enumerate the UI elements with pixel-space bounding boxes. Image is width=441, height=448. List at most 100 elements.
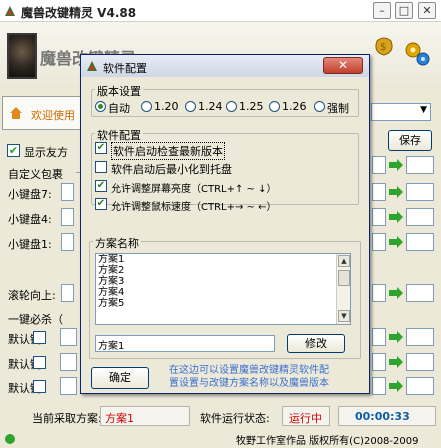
right-key-input[interactable] <box>372 284 386 302</box>
keypad1-label: 小键盘1: <box>8 238 52 251</box>
scroll-down-icon[interactable]: ▼ <box>338 310 350 322</box>
settings-dialog: 软件配置 ✕ 版本设置 自动 1.20 1.24 1.25 1.26 强制 软件… <box>80 54 370 394</box>
green-arrow-icon[interactable] <box>389 186 403 198</box>
check-update-label: 软件启动检查最新版本 <box>111 142 225 160</box>
scroll-up-icon[interactable]: ▲ <box>338 255 350 267</box>
right-key-input[interactable] <box>372 328 386 346</box>
version-radio-force[interactable] <box>314 101 325 112</box>
wheel-up-label: 滚轮向上: <box>8 289 56 302</box>
keypad7-input[interactable] <box>61 183 74 201</box>
status-bar: 当前采取方案: 方案1 软件运行状态: 运行中 00:00:33 <box>0 402 441 428</box>
settings-gears-icon[interactable] <box>402 38 432 68</box>
version-option-label: 1.25 <box>239 100 264 113</box>
right-value-input[interactable] <box>406 183 434 201</box>
list-item[interactable]: 方案5 <box>96 298 350 309</box>
chevron-down-icon: ▼ <box>420 105 427 115</box>
wheel-up-input[interactable] <box>61 284 74 302</box>
save-button[interactable]: 保存 <box>388 130 432 151</box>
right-value-input[interactable] <box>406 328 434 346</box>
right-value-input[interactable] <box>406 284 434 302</box>
run-state-label: 软件运行状态: <box>200 412 270 425</box>
default-key-input[interactable] <box>60 353 77 371</box>
right-value-input[interactable] <box>406 208 434 226</box>
current-scheme-cell: 方案1 <box>100 406 190 426</box>
list-item[interactable]: 方案4 <box>96 287 350 298</box>
green-arrow-icon[interactable] <box>389 287 403 299</box>
version-option-label: 1.24 <box>198 100 223 113</box>
list-item[interactable]: 方案2 <box>96 265 350 276</box>
green-arrow-icon[interactable] <box>389 331 403 343</box>
green-arrow-icon[interactable] <box>389 236 403 248</box>
version-radio-auto[interactable] <box>95 101 106 112</box>
minimize-tray-label: 软件启动后最小化到托盘 <box>111 163 232 176</box>
default-key-checkbox[interactable] <box>33 356 46 369</box>
keypad7-label: 小键盘7: <box>8 188 52 201</box>
dialog-title-bar[interactable]: 软件配置 ✕ <box>81 55 369 77</box>
scheme-listbox[interactable]: 方案1 方案2 方案3 方案4 方案5 ▲ ▼ <box>95 253 351 325</box>
svg-text:$: $ <box>380 42 386 53</box>
default-key-input[interactable] <box>60 328 77 346</box>
green-arrow-icon[interactable] <box>389 211 403 223</box>
right-key-input[interactable] <box>372 377 386 395</box>
modify-button[interactable]: 修改 <box>287 334 345 353</box>
one-key-cast-label: 一键必杀（ <box>8 313 63 326</box>
default-key-checkbox[interactable] <box>33 331 46 344</box>
minimize-button[interactable]: – <box>373 2 391 19</box>
version-option-label: 强制 <box>327 102 349 115</box>
title-bar[interactable]: 魔兽改键精灵 V4.88 – □ ✕ <box>0 0 441 22</box>
right-value-input[interactable] <box>406 156 434 174</box>
version-option-label: 1.20 <box>154 100 179 113</box>
right-key-input[interactable] <box>372 183 386 201</box>
note-line-2: 置设置与改键方案名称以及魔兽版本 <box>169 378 329 389</box>
scroll-thumb[interactable] <box>338 270 350 286</box>
app-icon <box>5 6 15 16</box>
keypad1-input[interactable] <box>61 233 74 251</box>
right-dropdown[interactable]: ▼ <box>371 103 431 121</box>
right-value-input[interactable] <box>406 353 434 371</box>
scheme-name-value: 方案1 <box>98 341 125 352</box>
dialog-close-button[interactable]: ✕ <box>323 57 363 74</box>
list-item[interactable]: 方案3 <box>96 276 350 287</box>
version-radio-120[interactable] <box>141 101 152 112</box>
version-group-title: 版本设置 <box>95 83 143 99</box>
scheme-group-title: 方案名称 <box>93 235 141 251</box>
version-radio-125[interactable] <box>226 101 237 112</box>
version-radio-126[interactable] <box>269 101 280 112</box>
ok-button[interactable]: 确定 <box>91 367 149 389</box>
run-state-value: 运行中 <box>289 412 322 425</box>
default-key-input[interactable] <box>60 377 77 395</box>
scheme-name-input[interactable]: 方案1 <box>95 335 275 352</box>
keypad4-label: 小键盘4: <box>8 213 52 226</box>
brightness-checkbox[interactable]: ✔ <box>95 180 107 192</box>
keypad4-input[interactable] <box>61 208 74 226</box>
mouse-speed-checkbox[interactable]: ✔ <box>95 198 107 210</box>
show-friends-checkbox[interactable]: ✔ <box>7 144 20 157</box>
right-value-input[interactable] <box>406 377 434 395</box>
money-bag-icon[interactable]: $ <box>371 32 397 58</box>
scheme-scrollbar[interactable]: ▲ ▼ <box>336 254 350 324</box>
right-value-input[interactable] <box>406 233 434 251</box>
list-item[interactable]: 方案1 <box>96 254 350 265</box>
software-group-title: 软件配置 <box>95 127 143 143</box>
show-friends-label: 显示友方 <box>24 146 68 159</box>
close-button[interactable]: ✕ <box>418 2 436 19</box>
current-scheme-label: 当前采取方案: <box>32 412 102 425</box>
right-key-input[interactable] <box>372 353 386 371</box>
default-key-checkbox[interactable] <box>33 380 46 393</box>
right-key-input[interactable] <box>372 208 386 226</box>
restore-button[interactable]: □ <box>395 2 413 19</box>
status-icon <box>5 434 15 444</box>
version-radio-124[interactable] <box>185 101 196 112</box>
timer-cell: 00:00:33 <box>338 406 436 426</box>
minimize-tray-checkbox[interactable] <box>95 161 107 173</box>
green-arrow-icon[interactable] <box>389 380 403 392</box>
right-key-input[interactable] <box>372 233 386 251</box>
green-arrow-icon[interactable] <box>389 356 403 368</box>
tab-welcome[interactable]: 欢迎使用 <box>2 96 82 130</box>
check-update-checkbox[interactable]: ✔ <box>95 142 107 154</box>
version-option-label: 1.26 <box>282 100 307 113</box>
run-state-cell: 运行中 <box>282 406 330 426</box>
green-arrow-icon[interactable] <box>389 159 403 171</box>
right-key-input[interactable] <box>372 156 386 174</box>
note-line-1: 在这边可以设置魔兽改键精灵软件配 <box>169 365 329 376</box>
